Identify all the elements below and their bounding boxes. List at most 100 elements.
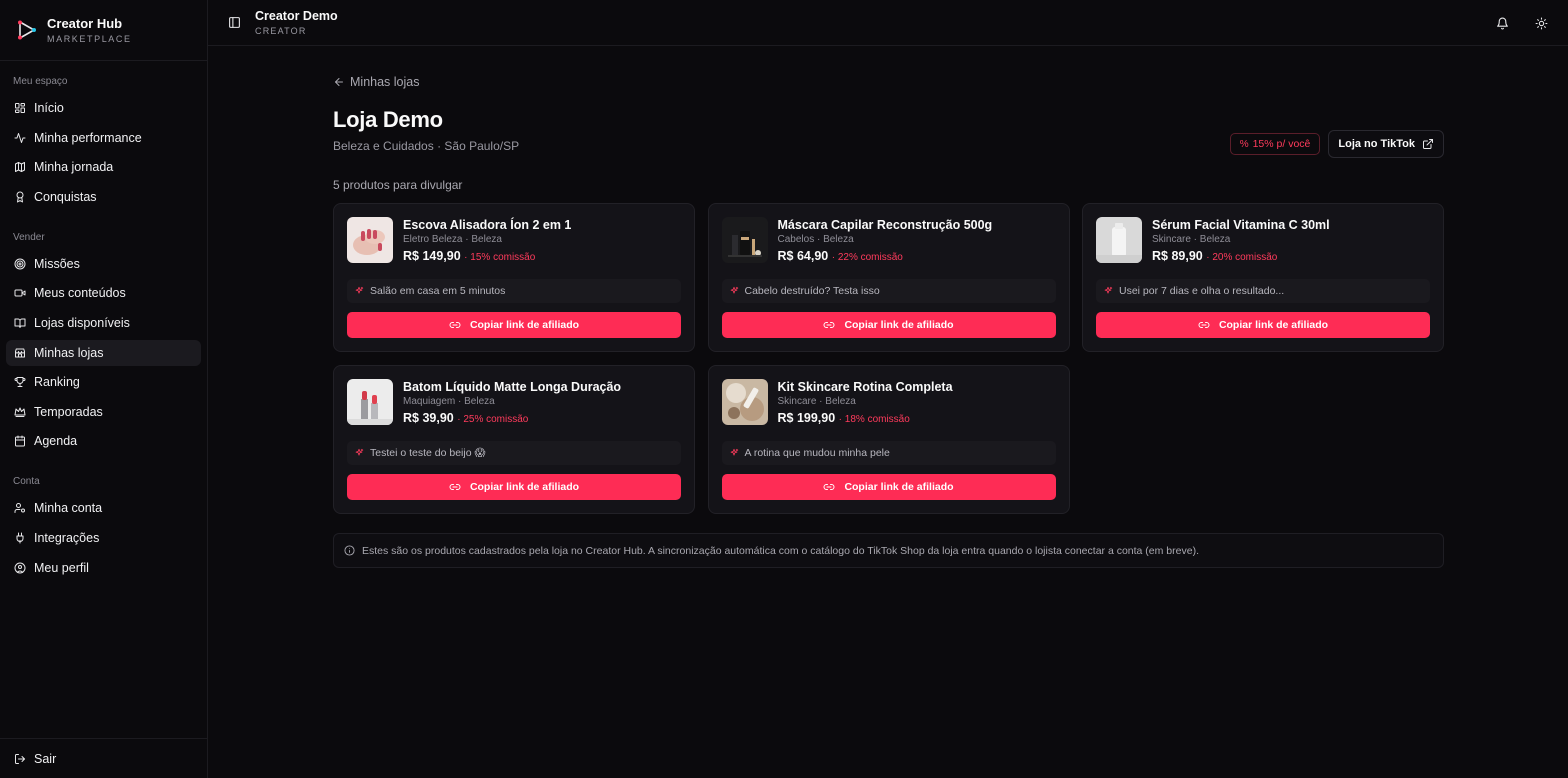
nav-heading: Conta [13,476,40,488]
sidebar-item-ranking[interactable]: Ranking [6,369,201,395]
nav-section: Meu espaço Início Minha performance Minha j… [0,74,207,210]
logout-icon [14,753,26,765]
product-commission: · 25% comissão [457,414,529,425]
copy-affiliate-link-button[interactable]: Copiar link de afiliado [721,474,1056,500]
nav-section: Conta Minha conta Integrações Meu perfil [0,474,207,580]
topbar-title: Creator Demo [255,8,338,23]
dashboard-icon [14,102,26,114]
product-hook: Usei por 7 dias e olha o resultado... [1096,279,1430,303]
sidebar-item-label: Minha conta [34,501,103,516]
product-grid: Escova Alisadora Íon 2 em 1 Eletro Belez… [333,203,1444,514]
product-category: Maquiagem · Beleza [403,396,495,407]
sidebar-item-label: Meu perfil [34,560,89,575]
copy-affiliate-link-button[interactable]: Copiar link de afiliado [721,312,1056,338]
video-icon [14,287,26,299]
sidebar-item-lojas-disponiveis[interactable]: Lojas disponíveis [6,310,201,336]
topbar: Creator Demo CREATOR [208,0,1568,46]
sidebar-item-agenda[interactable]: Agenda [6,428,201,454]
sidebar-item-inicio[interactable]: Início [6,95,201,121]
brand[interactable]: Creator Hub MARKETPLACE [0,0,207,61]
commission-badge: % 15% p/ você [1229,133,1321,155]
back-label: Minhas lojas [350,75,420,89]
product-card: Batom Líquido Matte Longa Duração Maquia… [333,365,695,514]
product-thumbnail [1096,217,1142,263]
sidebar-item-meus-conteudos[interactable]: Meus conteúdos [6,280,201,306]
sidebar-item-minha-performance[interactable]: Minha performance [6,125,201,151]
copy-affiliate-link-label: Copiar link de afiliado [844,319,954,331]
brand-tagline: MARKETPLACE [47,33,132,44]
product-name: Sérum Facial Vitamina C 30ml [1152,218,1330,232]
user-cog-icon [14,502,26,514]
logout-button[interactable]: Sair [6,746,201,772]
copy-affiliate-link-button[interactable]: Copiar link de afiliado [347,474,681,500]
sparkles-icon [1104,286,1113,294]
link-icon [1198,322,1210,328]
product-name: Batom Líquido Matte Longa Duração [403,380,622,394]
product-price: R$ 199,90 [777,411,836,425]
sidebar-item-conquistas[interactable]: Conquistas [6,184,201,210]
back-link[interactable]: Minhas lojas [333,75,419,89]
product-thumbnail [347,379,393,425]
product-commission: · 20% comissão [1206,252,1278,263]
sidebar-toggle-icon[interactable] [227,16,241,30]
sidebar-item-label: Minhas lojas [34,345,104,360]
brand-name: Creator Hub [47,15,123,31]
sidebar-item-minhas-lojas[interactable]: Minhas lojas [6,339,201,366]
product-hook: Cabelo destruído? Testa isso [721,279,1056,303]
nav-heading: Vender [13,231,45,243]
bell-icon[interactable] [1495,16,1509,30]
copy-affiliate-link-button[interactable]: Copiar link de afiliado [347,312,681,338]
user-circle-icon [14,562,26,574]
sidebar-item-integracoes[interactable]: Integrações [6,525,201,551]
award-icon [14,191,26,203]
product-price: R$ 149,90 [403,249,461,263]
product-hook: A rotina que mudou minha pele [721,441,1056,465]
product-price: R$ 39,90 [403,411,454,425]
product-card: Kit Skincare Rotina Completa Skincare · … [707,365,1070,514]
product-thumbnail [721,379,768,425]
sidebar-item-label: Conquistas [34,189,97,204]
product-card: Escova Alisadora Íon 2 em 1 Eletro Belez… [333,203,695,352]
product-commission: · 22% comissão [831,252,903,263]
product-card: Máscara Capilar Reconstrução 500g Cabelo… [707,203,1070,352]
sidebar-item-minha-conta[interactable]: Minha conta [6,495,201,521]
copy-affiliate-link-button[interactable]: Copiar link de afiliado [1096,312,1430,338]
store-icon [14,347,26,359]
product-thumbnail [347,217,393,263]
logout-label: Sair [34,751,57,766]
map-icon [14,161,26,173]
product-category: Eletro Beleza · Beleza [403,234,502,245]
sidebar-item-minha-jornada[interactable]: Minha jornada [6,154,201,180]
copy-affiliate-link-label: Copiar link de afiliado [469,319,580,331]
products-count: 5 produtos para divulgar [333,178,463,192]
sidebar-item-temporadas[interactable]: Temporadas [6,399,201,425]
tiktok-store-label: Loja no TikTok [1338,138,1415,150]
product-name: Kit Skincare Rotina Completa [777,380,953,394]
sidebar-item-meu-perfil[interactable]: Meu perfil [6,555,201,581]
sparkles-icon [355,286,364,294]
arrow-left-icon [335,78,343,86]
store-subtitle: Beleza e Cuidados · São Paulo/SP [333,139,520,153]
sidebar-item-label: Temporadas [34,404,103,419]
sidebar-item-label: Integrações [34,530,100,545]
product-commission: · 15% comissão [464,252,536,263]
link-icon [823,322,835,328]
product-thumbnail [721,217,768,263]
tiktok-store-button[interactable]: Loja no TikTok [1328,130,1444,158]
product-hook: Salão em casa em 5 minutos [347,279,681,303]
sidebar-item-label: Meus conteúdos [34,286,126,301]
copy-affiliate-link-label: Copiar link de afiliado [469,481,580,493]
product-category: Skincare · Beleza [1152,234,1231,245]
sidebar-item-label: Minha performance [34,130,142,145]
external-link-icon [1423,139,1433,149]
commission-badge-label: 15% p/ você [1252,138,1311,150]
sun-icon[interactable] [1534,16,1548,30]
link-icon [449,322,461,328]
product-hook-text: A rotina que mudou minha pele [744,447,890,459]
sidebar-item-label: Agenda [34,434,78,449]
sidebar-item-missoes[interactable]: Missões [6,251,201,277]
product-category: Cabelos · Beleza [777,234,854,245]
copy-affiliate-link-label: Copiar link de afiliado [1218,319,1329,331]
crown-icon [14,406,26,418]
info-note-text: Estes são os produtos cadastrados pela l… [362,544,1199,557]
